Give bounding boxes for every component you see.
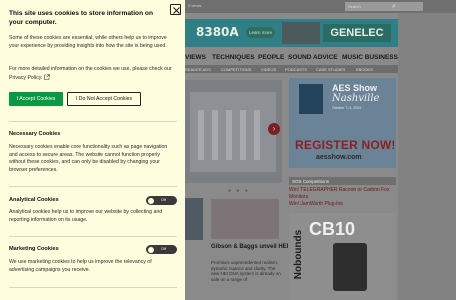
necessary-cookies-text: Necessary cookies enable core functional… — [9, 144, 168, 173]
external-link-icon — [44, 73, 51, 80]
privacy-policy-link[interactable]: Privacy Policy. — [9, 75, 42, 81]
aes-register-text: REGISTER NOW! — [295, 138, 396, 152]
divider — [9, 236, 177, 237]
carousel-next-icon[interactable]: › — [268, 123, 280, 135]
nav-item-music-business[interactable]: MUSIC BUSINESS — [342, 54, 398, 61]
cb10-model-text: CB10 — [309, 219, 356, 239]
close-icon — [173, 7, 180, 14]
necessary-cookies-title: Necessary Cookies — [9, 131, 61, 137]
ad-learn-more-button[interactable]: Learn more — [246, 27, 275, 38]
cookie-panel-title: This site uses cookies to store informat… — [9, 10, 153, 26]
toggle-knob — [147, 197, 154, 204]
analytical-cookies-title: Analytical Cookies — [9, 197, 59, 203]
more-info-prefix: For more detailed information on the coo… — [9, 66, 172, 72]
nav-item-views[interactable]: VIEWS — [185, 54, 206, 61]
sos-competitions-label: SOS Competitions — [292, 178, 330, 184]
sos-link-plugins[interactable]: Win! JamWorth Plug-Ins — [289, 201, 397, 208]
site-main-nav: VIEWS TECHNIQUES PEOPLE SOUND ADVICE MUS… — [185, 52, 398, 65]
ad-product-text: 8380A — [196, 25, 239, 39]
feature-carousel-image[interactable]: › — [185, 80, 282, 183]
cb10-ad[interactable]: Nobounds CB10 — [289, 213, 396, 300]
subnav-item-case-studies[interactable]: CASE STUDIES — [316, 67, 345, 72]
article-thumbnail-guitar[interactable] — [211, 199, 279, 239]
views-count: 0 views — [188, 3, 202, 8]
toggle-state-label: Off — [161, 197, 166, 202]
divider — [9, 287, 177, 288]
reject-cookies-button[interactable]: I Do Not Accept Cookies — [67, 92, 141, 106]
article-excerpt: Promises unprecedented realism, dynamic … — [211, 260, 281, 282]
nav-item-people[interactable]: PEOPLE — [258, 54, 284, 61]
top-ad-banner[interactable]: 8380A Learn more GENELEC — [185, 19, 398, 47]
subnav-item-reader-ads[interactable]: READER ADS — [185, 67, 211, 72]
subnav-item-videos[interactable]: VIDEOS — [261, 67, 276, 72]
close-button[interactable] — [170, 4, 181, 15]
sos-competitions-heading: SOS Competitions — [289, 177, 396, 185]
toggle-state-label: Off — [161, 246, 166, 251]
toggle-knob — [147, 246, 154, 253]
analytical-cookies-toggle[interactable]: Off — [146, 196, 177, 205]
cookie-intro-text: Some of these cookies are essential, whi… — [9, 35, 167, 49]
mixer-image — [190, 92, 276, 172]
site-top-bar: 0 views Search ⌕ — [185, 0, 456, 13]
subnav-item-podcasts[interactable]: PODCASTS — [285, 67, 307, 72]
article-thumbnail-small[interactable] — [185, 198, 203, 240]
aes-logo — [299, 84, 323, 114]
aes-ad-city: Nashville — [332, 93, 380, 104]
divider — [9, 121, 177, 122]
cb10-brand-text: Nobounds — [293, 229, 305, 280]
cb10-device-image — [333, 243, 367, 291]
analytical-cookies-text: Analytical cookies help us to improve ou… — [9, 209, 163, 223]
cookie-consent-panel: This site uses cookies to store informat… — [0, 0, 185, 300]
subnav-item-ebooks[interactable]: EBOOKS — [356, 67, 373, 72]
site-search-input[interactable]: Search — [345, 2, 423, 11]
subnav-item-competitions[interactable]: COMPETITIONS — [221, 67, 251, 72]
ad-speaker-image — [282, 22, 320, 44]
nav-item-techniques[interactable]: TECHNIQUES — [212, 54, 255, 61]
marketing-cookies-toggle[interactable]: Off — [146, 245, 177, 254]
aes-show-ad[interactable]: AES Show Nashville October 7–9, 2024 REG… — [289, 78, 396, 168]
marketing-cookies-text: We use marketing cookies to help us impr… — [9, 259, 152, 273]
aes-ad-date: October 7–9, 2024 — [332, 106, 361, 110]
accept-cookies-button[interactable]: I Accept Cookies — [9, 92, 63, 106]
divider — [9, 186, 177, 187]
marketing-cookies-title: Marketing Cookies — [9, 246, 59, 252]
search-icon[interactable]: ⌕ — [392, 2, 396, 11]
cookie-more-info-text: For more detailed information on the coo… — [9, 66, 177, 82]
nav-item-sound-advice[interactable]: SOUND ADVICE — [288, 54, 338, 61]
aes-ad-title: AES Show — [332, 83, 378, 93]
ad-brand-text: GENELEC — [323, 24, 391, 42]
sos-link-monitors[interactable]: Win! TELEGRAPHER Racoon or Carbon Fox Mo… — [289, 187, 397, 200]
aes-url-text: aesshow.com — [316, 154, 362, 161]
carousel-dots[interactable]: ● ● ● — [228, 188, 250, 194]
right-margin — [398, 13, 456, 300]
site-sub-nav: READER ADS COMPETITIONS VIDEOS PODCASTS … — [185, 65, 398, 73]
